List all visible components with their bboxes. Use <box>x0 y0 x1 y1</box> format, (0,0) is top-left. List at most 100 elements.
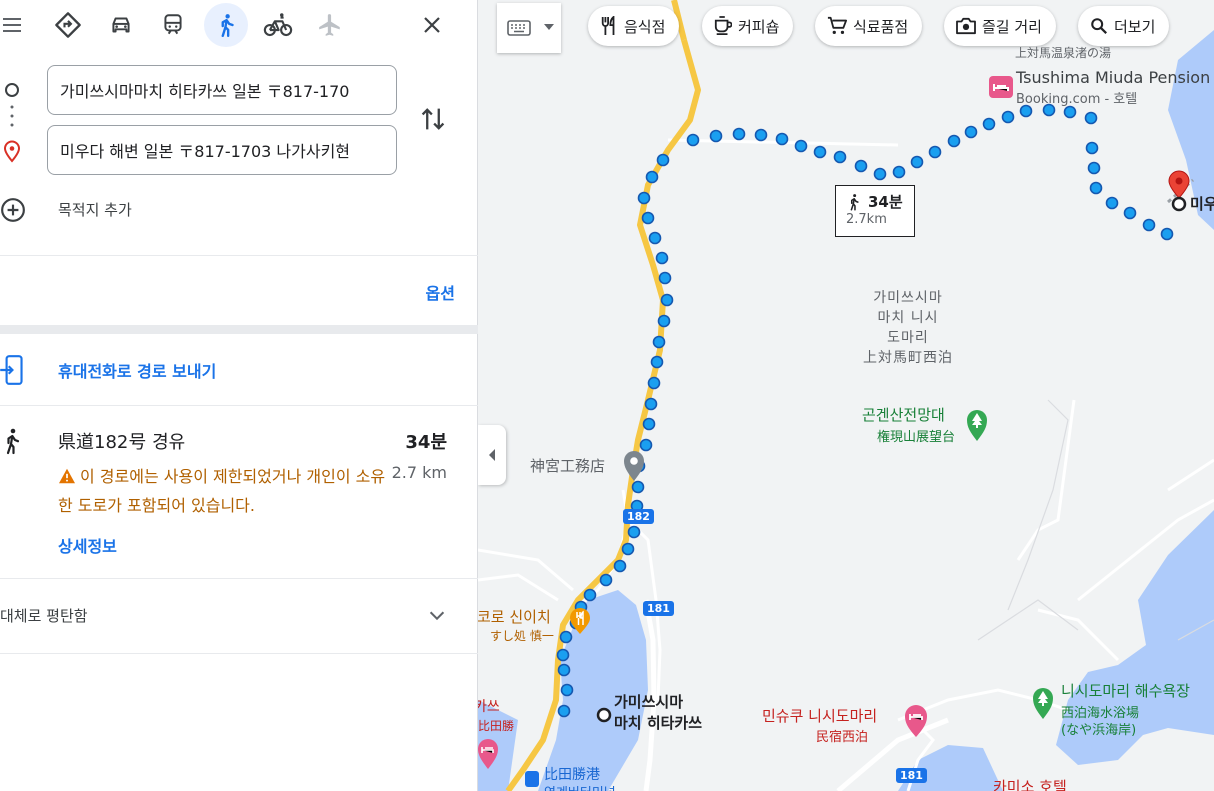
chip-groceries[interactable]: 식료품점 <box>815 6 923 46</box>
port-label-2: 연계버터미널 <box>544 782 616 791</box>
chip-things-to-do[interactable]: 즐길 거리 <box>944 6 1056 46</box>
origin-label-line-2: 마치 히타카쓰 <box>614 714 703 732</box>
options-button[interactable]: 옵션 <box>426 280 455 304</box>
destination-pin-icon[interactable] <box>1168 170 1190 212</box>
origin-input[interactable]: 가미쓰시마마치 히타카쓰 일본 〒817-170 <box>47 65 397 115</box>
beach-label-ko[interactable]: 니시도마리 해수욕장 <box>1061 680 1190 701</box>
chip-restaurants[interactable]: 음식점 <box>588 6 680 46</box>
route-dot <box>658 271 672 285</box>
walk-icon <box>850 193 859 210</box>
route-dot <box>652 335 666 349</box>
route-dot <box>1089 181 1103 195</box>
chip-groceries-label: 식료품점 <box>853 17 909 36</box>
add-destination-button[interactable]: 목적지 추가 <box>58 199 132 220</box>
route-dot <box>754 128 768 142</box>
restaurant-pin-icon[interactable] <box>568 607 592 635</box>
left-label-fragment: 카쓰 <box>478 699 500 715</box>
route-shield-181: 181 <box>896 768 927 783</box>
route-dot <box>656 153 670 167</box>
route-details-link[interactable]: 상세정보 <box>58 533 117 557</box>
route-dot <box>560 683 574 697</box>
route-dot <box>1084 111 1098 125</box>
chevron-left-icon <box>489 449 495 461</box>
route-dot <box>775 132 789 146</box>
coffee-cup-icon <box>714 16 732 35</box>
route-dot <box>660 293 674 307</box>
terrain-summary: 대체로 평탄함 <box>0 607 88 625</box>
destination-value: 미우다 해변 일본 〒817-1703 나가사키현 <box>60 142 351 161</box>
route-inputs: 가미쓰시마마치 히타카쓰 일본 〒817-170 미우다 해변 일본 〒817-… <box>0 0 478 255</box>
badge-time: 34분 <box>868 193 903 211</box>
route-dot <box>709 129 723 143</box>
route-dot <box>583 588 597 602</box>
route-shield-181: 181 <box>643 601 674 616</box>
minshuku-label-ko[interactable]: 민슈쿠 니시도마리 <box>762 705 877 726</box>
route-dot <box>833 150 847 164</box>
origin-label[interactable]: 가미쓰시마 마치 히타카쓰 <box>614 692 702 734</box>
route-warning: 이 경로에는 사용이 제한되었거나 개인이 소유한 도로가 포함되어 있습니다. <box>58 462 388 520</box>
hotel-pin-icon[interactable] <box>478 738 498 770</box>
route-dot <box>1105 196 1119 210</box>
park-pin-icon[interactable] <box>966 408 988 442</box>
origin-label-line-1: 가미쓰시마 <box>614 693 684 711</box>
cart-icon <box>827 16 847 34</box>
route-dot <box>947 134 961 148</box>
warning-icon <box>59 468 75 484</box>
route-dot <box>648 231 662 245</box>
route-dot <box>621 542 635 556</box>
chip-coffee[interactable]: 커피숍 <box>702 6 794 46</box>
pension-sub: Booking.com - 호텔 <box>1016 92 1138 107</box>
walk-icon <box>6 428 20 455</box>
origin-marker-icon[interactable] <box>596 707 612 723</box>
route-dot <box>1001 110 1015 124</box>
route-connector-icon <box>3 83 21 163</box>
route-duration-badge[interactable]: 34분 2.7km <box>835 185 915 237</box>
keyboard-toggle[interactable] <box>497 3 561 53</box>
destination-label[interactable]: 미우 <box>1190 193 1214 214</box>
route-distance: 2.7 km <box>391 463 447 482</box>
hotel-pin-icon[interactable] <box>988 75 1014 103</box>
map-graphics <box>478 0 1214 791</box>
district-label: 가미쓰시마 마치 니시 도마리 上対馬町西泊 <box>863 288 953 368</box>
send-to-phone-link[interactable]: 휴대전화로 경로 보내기 <box>58 358 216 382</box>
gongen-label-ko[interactable]: 곤겐산전망대 <box>862 404 945 425</box>
jingu-label[interactable]: 神宮工務店 <box>530 455 605 476</box>
ferry-icon <box>525 771 539 787</box>
swap-icon[interactable] <box>419 104 447 134</box>
route-dot <box>1160 227 1174 241</box>
route-dot <box>637 191 651 205</box>
route-dot <box>813 145 827 159</box>
sushi-label-ko[interactable]: 코로 신이치 <box>478 606 551 627</box>
destination-input[interactable]: 미우다 해변 일본 〒817-1703 나가사키현 <box>47 125 397 175</box>
route-dot <box>645 170 659 184</box>
chip-restaurants-label: 음식점 <box>624 17 666 36</box>
chip-more[interactable]: 더보기 <box>1078 6 1170 46</box>
route-shield-182: 182 <box>623 509 654 524</box>
minshuku-label-ja: 民宿西泊 <box>816 730 869 745</box>
add-destination-icon[interactable] <box>0 197 26 223</box>
port-label[interactable]: 比田勝港 <box>544 764 600 784</box>
collapse-panel-button[interactable] <box>478 425 506 485</box>
gongen-label-ja: 権現山展望台 <box>877 430 956 445</box>
route-dot <box>557 663 571 677</box>
keyboard-icon <box>507 20 531 36</box>
fork-knife-icon <box>601 16 615 35</box>
map-canvas[interactable]: 음식점 커피숍 식료품점 즐길 거리 더보기 34분 2.7km 가미쓰시마 마… <box>478 0 1214 791</box>
inn-pin-icon[interactable] <box>903 704 929 738</box>
beach-pin-icon[interactable] <box>1032 686 1054 720</box>
left-label-fragment-2: 比田勝 <box>478 719 515 733</box>
route-dot <box>1063 105 1077 119</box>
onsen-label: 上対馬温泉渚の湯 <box>1015 46 1112 60</box>
chevron-down-icon[interactable] <box>426 604 448 626</box>
route-dot <box>1019 104 1033 118</box>
hotel-label[interactable]: 카미소 호텔 <box>993 776 1067 791</box>
place-pin-icon[interactable] <box>622 450 646 482</box>
route-dot <box>732 127 746 141</box>
divider <box>0 578 478 579</box>
route-dot <box>556 648 570 662</box>
search-icon <box>1091 18 1107 34</box>
route-dot <box>557 704 571 718</box>
pension-name[interactable]: Tsushima Miuda Pension <box>1016 68 1210 87</box>
route-dot <box>1087 161 1101 175</box>
route-dot <box>1123 206 1137 220</box>
